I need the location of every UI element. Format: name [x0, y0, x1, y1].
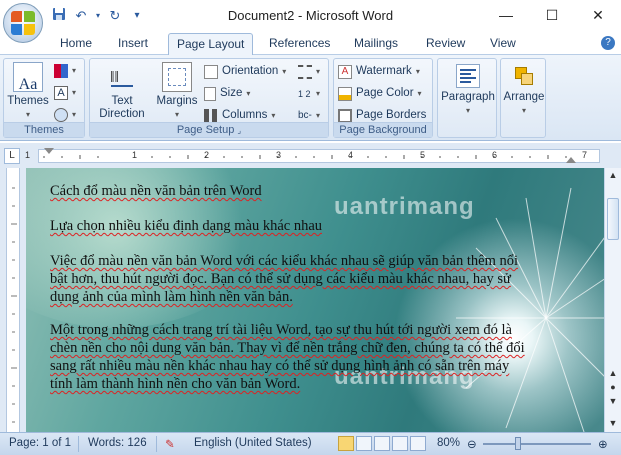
ruler-row: L 1 1 2 3 4 5 6 7	[0, 143, 621, 168]
ribbon: Aa Themes ▾ ▾ A ▾ ▾ Themes ‖‖ Text Direct…	[0, 55, 621, 141]
office-logo-icon	[11, 11, 35, 35]
page-count[interactable]: Page: 1 of 1	[9, 437, 71, 449]
office-button[interactable]	[3, 3, 43, 43]
line-numbers-button[interactable]: 1 2 ▾	[298, 84, 320, 103]
doc-paragraph-1: Việc đổ màu nền văn bản Word với các kiể…	[50, 253, 519, 305]
breaks-icon	[298, 64, 312, 79]
margins-button[interactable]: Margins ▾	[154, 62, 200, 121]
tab-references[interactable]: References	[261, 33, 338, 55]
svg-text:‖‖: ‖‖	[110, 69, 119, 86]
tab-review[interactable]: Review	[418, 33, 473, 55]
hyphenation-icon: bc-	[298, 109, 312, 121]
page-color-icon	[338, 86, 352, 101]
maximize-button[interactable]: ☐	[529, 0, 575, 30]
size-button[interactable]: Size ▾	[204, 84, 250, 103]
proofing-icon[interactable]: ✎	[165, 437, 175, 451]
margins-icon	[162, 62, 192, 92]
orientation-button[interactable]: Orientation ▾	[204, 62, 286, 81]
watermark-button[interactable]: A Watermark ▾	[338, 62, 420, 81]
scroll-thumb[interactable]	[607, 198, 619, 240]
full-screen-reading-view-button[interactable]	[356, 436, 372, 451]
theme-colors-button[interactable]: ▾	[54, 61, 76, 80]
word-count[interactable]: Words: 126	[88, 437, 147, 449]
ruler-mark: 5	[420, 150, 426, 160]
language-label[interactable]: English (United States)	[194, 437, 312, 449]
columns-icon	[204, 108, 218, 123]
themes-group-label: Themes	[4, 122, 84, 137]
breaks-button[interactable]: ▾	[298, 62, 320, 81]
page-setup-group-label: Page Setup ⌟	[90, 122, 328, 137]
ribbon-tabs: Home Insert Page Layout References Maili…	[0, 33, 621, 56]
tab-home[interactable]: Home	[52, 33, 100, 55]
document-page[interactable]: uantrimang uantrimang Cách đổ màu nền vă…	[26, 168, 604, 432]
scroll-up-icon[interactable]: ▲	[605, 170, 621, 180]
scroll-down-icon[interactable]: ▼	[605, 418, 621, 428]
ruler-mark: 1	[25, 150, 31, 160]
web-layout-view-button[interactable]	[374, 436, 390, 451]
ruler-mark: 6	[492, 150, 498, 160]
right-indent-marker-icon[interactable]	[566, 157, 576, 163]
tab-mailings[interactable]: Mailings	[346, 33, 406, 55]
doc-paragraph-2: Một trong những cách trang trí tài liệu …	[50, 322, 525, 392]
text-direction-icon: ‖‖	[107, 62, 137, 92]
zoom-in-icon[interactable]: ⊕	[598, 437, 608, 451]
zoom-slider-thumb[interactable]	[515, 437, 521, 450]
zoom-level[interactable]: 80%	[437, 437, 460, 449]
horizontal-ruler[interactable]: 1 1 2 3 4 5 6 7	[25, 148, 600, 163]
arrange-group: Arrange ▾	[500, 58, 546, 138]
arrange-button[interactable]: Arrange ▾	[501, 64, 547, 117]
browse-object-icon[interactable]: ●	[605, 382, 621, 392]
watermark-icon: A	[338, 64, 352, 79]
page-background-group: A Watermark ▾ Page Color ▾ Page Borders Pa…	[333, 58, 433, 138]
title-bar: ↶ ▾ ↻ ▾ Document2 - Microsoft Word — ☐ ✕	[0, 0, 621, 33]
vertical-ruler[interactable]	[0, 168, 26, 432]
ruler-mark: 7	[582, 150, 588, 160]
orientation-icon	[204, 64, 218, 79]
ruler-mark: 3	[276, 150, 282, 160]
page-setup-launcher-icon[interactable]: ⌟	[237, 126, 241, 135]
help-icon[interactable]: ?	[601, 36, 615, 50]
paragraph-group: Paragraph ▾	[437, 58, 497, 138]
size-icon	[204, 86, 216, 101]
page-background-group-label: Page Background	[334, 122, 432, 137]
ruler-mark: 4	[348, 150, 354, 160]
tab-page-layout[interactable]: Page Layout	[168, 33, 254, 56]
ruler-mark: 1	[132, 150, 138, 160]
doc-subheading: Lựa chọn nhiều kiểu định dạng màu khác n…	[50, 218, 323, 234]
tab-view[interactable]: View	[482, 33, 524, 55]
close-button[interactable]: ✕	[575, 0, 621, 30]
arrange-icon	[512, 64, 536, 88]
themes-group: Aa Themes ▾ ▾ A ▾ ▾ Themes	[3, 58, 85, 138]
ruler-mark: 2	[204, 150, 210, 160]
indent-marker-icon[interactable]	[44, 148, 54, 154]
zoom-out-icon[interactable]: ⊖	[467, 437, 477, 451]
themes-button[interactable]: Aa Themes ▾	[7, 62, 49, 121]
paragraph-icon	[456, 64, 480, 88]
page-color-button[interactable]: Page Color ▾	[338, 84, 422, 103]
minimize-button[interactable]: —	[483, 0, 529, 30]
draft-view-button[interactable]	[410, 436, 426, 451]
text-direction-button[interactable]: ‖‖ Text Direction	[94, 62, 150, 121]
page-setup-group: ‖‖ Text Direction Margins ▾ Orientation ▾…	[89, 58, 329, 138]
zoom-slider[interactable]	[483, 443, 591, 445]
theme-effects-icon	[54, 107, 68, 122]
themes-icon: Aa	[13, 62, 43, 93]
tab-insert[interactable]: Insert	[110, 33, 156, 55]
theme-fonts-icon: A	[54, 85, 68, 100]
next-page-icon[interactable]: ▼	[605, 396, 621, 406]
theme-fonts-button[interactable]: A ▾	[54, 83, 76, 102]
tab-selector[interactable]: L	[4, 148, 20, 164]
vertical-scrollbar[interactable]: ▲ ▲ ● ▼ ▼	[604, 168, 621, 432]
scroll-up-icon[interactable]: ▲	[605, 368, 621, 378]
page-borders-icon	[338, 108, 352, 123]
theme-colors-icon	[54, 63, 68, 78]
line-numbers-icon: 1 2	[298, 88, 311, 99]
doc-heading: Cách đổ màu nền văn bản trên Word	[50, 183, 262, 199]
paragraph-button[interactable]: Paragraph ▾	[440, 64, 496, 117]
outline-view-button[interactable]	[392, 436, 408, 451]
print-layout-view-button[interactable]	[338, 436, 354, 451]
status-bar: Page: 1 of 1 Words: 126 ✎ English (Unite…	[0, 432, 621, 455]
